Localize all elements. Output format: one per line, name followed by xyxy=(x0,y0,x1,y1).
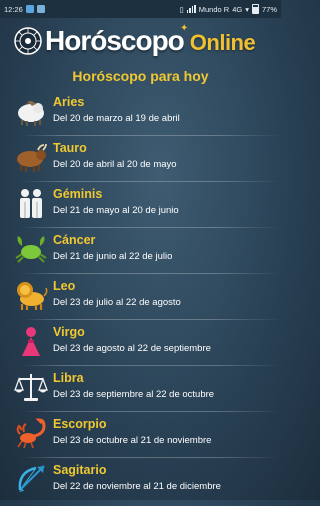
lion-icon xyxy=(17,282,48,310)
network-label: 4G xyxy=(232,4,243,14)
sign-dates: Del 21 de junio al 22 de julio xyxy=(53,251,173,262)
sign-name: Tauro xyxy=(53,141,87,155)
sign-dates: Del 20 de marzo al 19 de abril xyxy=(53,113,180,124)
scales-icon xyxy=(14,374,48,401)
status-time: 12:26 xyxy=(4,4,23,14)
app-notification-icon xyxy=(36,5,45,13)
battery-icon xyxy=(251,4,259,14)
divider xyxy=(22,181,281,182)
divider xyxy=(22,273,281,274)
twins-icon xyxy=(20,189,42,218)
divider xyxy=(22,319,281,320)
zodiac-wheel-icon xyxy=(14,27,42,55)
sign-item-cancer[interactable]: Cáncer Del 21 de junio al 22 de julio xyxy=(0,230,281,276)
divider xyxy=(22,135,281,136)
sign-dates: Del 20 de abril al 20 de mayo xyxy=(53,159,177,170)
scorpion-icon xyxy=(16,418,46,449)
sign-item-virgo[interactable]: Virgo Del 23 de agosto al 22 de septiemb… xyxy=(0,322,281,368)
sign-name: Aries xyxy=(53,95,85,109)
notification-icon xyxy=(25,5,34,13)
sign-item-geminis[interactable]: Géminis Del 21 de mayo al 20 de junio xyxy=(0,184,281,230)
archer-icon xyxy=(18,465,45,492)
sign-name: Sagitario xyxy=(53,463,107,477)
sign-dates: Del 23 de agosto al 22 de septiembre xyxy=(53,343,211,354)
divider xyxy=(22,227,281,228)
sign-name: Virgo xyxy=(53,325,85,339)
status-bar: 12:26 ▯ Mundo R 4G ▾ 77% xyxy=(0,0,281,18)
sign-item-sagitario[interactable]: Sagitario Del 22 de noviembre al 21 de d… xyxy=(0,460,281,506)
sign-dates: Del 23 de septiembre al 22 de octubre xyxy=(53,389,215,400)
divider xyxy=(22,457,281,458)
divider xyxy=(22,365,281,366)
page-heading: Horóscopo para hoy xyxy=(72,68,209,84)
sign-name: Leo xyxy=(53,279,76,293)
sign-item-tauro[interactable]: Tauro Del 20 de abril al 20 de mayo xyxy=(0,138,281,184)
vibrate-icon: ▯ xyxy=(179,4,184,14)
sign-item-escorpio[interactable]: Escorpio Del 23 de octubre al 21 de novi… xyxy=(0,414,281,460)
maiden-icon xyxy=(22,327,40,356)
signal-icon xyxy=(186,5,196,13)
battery-label: 77% xyxy=(261,4,277,14)
crab-icon xyxy=(15,236,47,263)
sign-dates: Del 23 de octubre al 21 de noviembre xyxy=(53,435,212,446)
divider xyxy=(22,411,281,412)
sign-name: Géminis xyxy=(53,187,103,201)
wifi-icon: ▾ xyxy=(245,4,249,14)
sign-item-leo[interactable]: Leo Del 23 de julio al 22 de agosto xyxy=(0,276,281,322)
carrier-label: Mundo R xyxy=(198,4,230,14)
sign-name: Cáncer xyxy=(53,233,96,247)
sign-item-aries[interactable]: Aries Del 20 de marzo al 19 de abril xyxy=(0,92,281,138)
sign-dates: Del 21 de mayo al 20 de junio xyxy=(53,205,179,216)
sign-name: Libra xyxy=(53,371,84,385)
bull-icon xyxy=(17,143,47,172)
app-logo: Horóscopo Online ✦ xyxy=(0,18,281,64)
logo-subtitle: Online xyxy=(189,30,256,55)
sign-name: Escorpio xyxy=(53,417,107,431)
logo-title: Horóscopo xyxy=(45,25,185,56)
sign-dates: Del 22 de noviembre al 21 de diciembre xyxy=(53,481,221,492)
ram-icon xyxy=(18,101,44,126)
sign-item-libra[interactable]: Libra Del 23 de septiembre al 22 de octu… xyxy=(0,368,281,414)
star-icon: ✦ xyxy=(180,23,189,34)
sign-dates: Del 23 de julio al 22 de agosto xyxy=(53,297,181,308)
sign-list: Aries Del 20 de marzo al 19 de abril Tau… xyxy=(0,92,281,506)
